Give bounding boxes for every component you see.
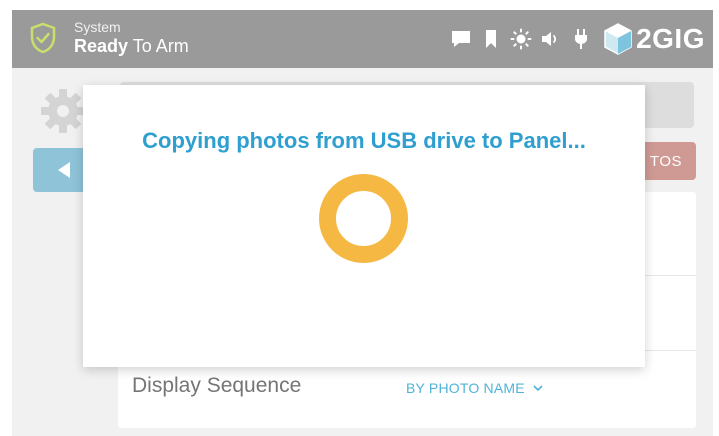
arm-state: Ready To Arm: [74, 37, 189, 55]
chevron-down-icon: [533, 384, 543, 391]
display-sequence-value: BY PHOTO NAME: [406, 380, 525, 396]
copy-progress-dialog: Copying photos from USB drive to Panel..…: [83, 85, 645, 367]
gear-icon: [41, 89, 85, 133]
status-icons: 2GIG: [446, 10, 713, 68]
brand-name: 2GIG: [636, 23, 705, 54]
arm-state-bold: Ready: [74, 36, 129, 56]
message-icon[interactable]: [446, 10, 476, 68]
bookmark-icon[interactable]: [476, 10, 506, 68]
brand-logo: 2GIG: [602, 22, 705, 56]
display-sequence-dropdown[interactable]: BY PHOTO NAME: [406, 380, 543, 396]
system-status[interactable]: System Ready To Arm: [74, 20, 189, 55]
screen-frame: System Ready To Arm 2GIG TOS Display Seq…: [0, 0, 719, 436]
dialog-message: Copying photos from USB drive to Panel..…: [142, 128, 586, 153]
status-bar: System Ready To Arm 2GIG: [12, 10, 713, 68]
shield-check-icon[interactable]: [29, 22, 57, 54]
loading-spinner: [319, 174, 408, 263]
arm-state-rest: To Arm: [128, 36, 189, 56]
display-sequence-label: Display Sequence: [132, 374, 302, 397]
volume-icon[interactable]: [536, 10, 566, 68]
brightness-icon[interactable]: [506, 10, 536, 68]
power-plug-icon[interactable]: [566, 10, 596, 68]
brand-cube-icon: [604, 23, 632, 55]
back-arrow-icon: [58, 162, 70, 178]
system-label: System: [74, 19, 121, 35]
